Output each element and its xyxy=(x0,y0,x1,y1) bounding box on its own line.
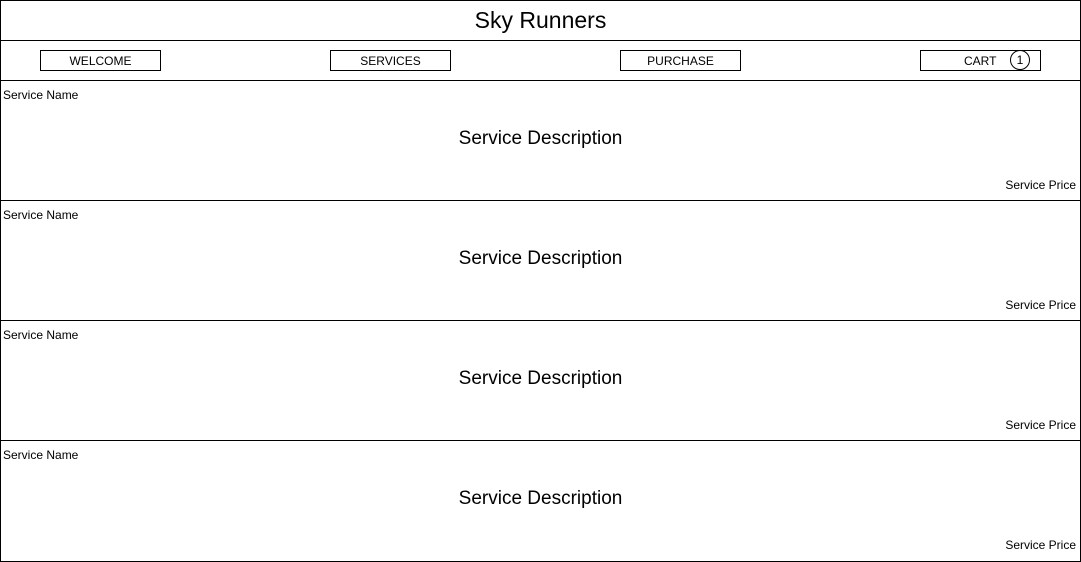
service-price: Service Price xyxy=(1005,418,1076,432)
service-description: Service Description xyxy=(458,128,623,149)
services-button-label: SERVICES xyxy=(360,53,421,68)
service-name: Service Name xyxy=(3,448,79,462)
cart-button-label: CART xyxy=(964,54,997,68)
service-price: Service Price xyxy=(1005,298,1076,312)
service-price: Service Price xyxy=(1005,538,1076,552)
cart-button[interactable]: CART 1 xyxy=(920,50,1041,71)
purchase-button[interactable]: PURCHASE xyxy=(620,50,741,71)
service-price: Service Price xyxy=(1005,178,1076,192)
services-button[interactable]: SERVICES xyxy=(330,50,451,71)
service-description: Service Description xyxy=(458,248,623,269)
site-title: Sky Runners xyxy=(474,7,607,33)
welcome-button[interactable]: WELCOME xyxy=(40,50,161,71)
service-description: Service Description xyxy=(458,368,623,389)
service-row[interactable]: Service Name Service Description Service… xyxy=(0,80,1081,201)
purchase-button-label: PURCHASE xyxy=(647,53,714,68)
app-frame: Sky Runners WELCOME SERVICES PURCHASE CA… xyxy=(0,0,1081,562)
welcome-button-label: WELCOME xyxy=(69,53,132,68)
service-row[interactable]: Service Name Service Description Service… xyxy=(0,200,1081,321)
service-name: Service Name xyxy=(3,88,79,102)
service-description: Service Description xyxy=(458,488,623,509)
cart-count-badge: 1 xyxy=(1010,50,1030,70)
header-bar: Sky Runners xyxy=(0,0,1081,41)
service-name: Service Name xyxy=(3,208,79,222)
service-row[interactable]: Service Name Service Description Service… xyxy=(0,440,1081,562)
nav-bar: WELCOME SERVICES PURCHASE CART 1 xyxy=(0,40,1081,81)
service-row[interactable]: Service Name Service Description Service… xyxy=(0,320,1081,441)
service-name: Service Name xyxy=(3,328,79,342)
